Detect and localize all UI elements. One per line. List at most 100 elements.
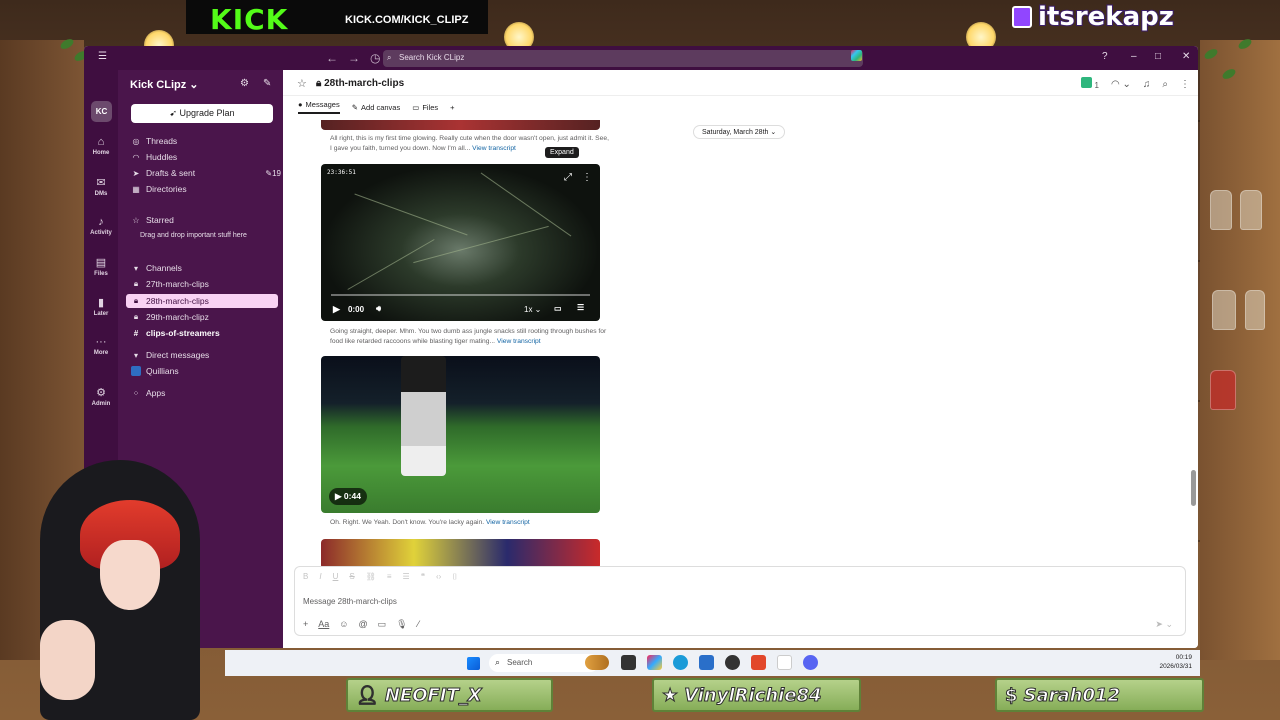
rail-admin[interactable]: ⚙ Admin [84, 386, 118, 407]
kebab-menu-icon[interactable]: ⋮ [1180, 79, 1190, 90]
settings-gear-icon[interactable]: ⚙ [240, 78, 249, 89]
help-icon[interactable]: ? [1102, 51, 1108, 62]
starred-section[interactable]: ☆ Starred [131, 215, 281, 225]
lock-icon: 🔒︎ [316, 78, 322, 89]
slack-app-icon[interactable] [851, 50, 862, 61]
sidebar-item-threads[interactable]: ◎ Threads [131, 136, 281, 146]
bold-icon[interactable]: B [303, 572, 308, 582]
view-transcript-link[interactable]: View transcript [497, 338, 541, 345]
play-icon[interactable]: ▶ [333, 304, 340, 315]
date-divider[interactable]: Saturday, March 28th ⌄ [693, 125, 786, 139]
underline-icon[interactable]: U [333, 572, 339, 582]
notepad-icon[interactable] [777, 655, 792, 670]
scrollbar[interactable] [1191, 470, 1196, 506]
store-icon[interactable] [699, 655, 714, 670]
mention-icon[interactable]: @ [358, 619, 367, 630]
system-clock[interactable]: 00:19 2026/03/31 [1159, 653, 1192, 671]
play-duration-pill[interactable]: ▶ 0:44 [329, 488, 367, 505]
copilot-icon[interactable] [647, 655, 662, 670]
headphones-icon[interactable]: ◠ ⌄ [1111, 79, 1131, 90]
rail-dms[interactable]: ✉ DMs [84, 176, 118, 197]
send-icon[interactable]: ➤ ⌄ [1155, 619, 1173, 630]
discord-icon[interactable] [803, 655, 818, 670]
direct-messages-section[interactable]: ▾ Direct messages [131, 350, 281, 360]
video-player[interactable]: ▶ 0:44 [321, 356, 600, 513]
message-input[interactable]: Message 28th-march-clips [303, 597, 397, 606]
sidebar-item-directories[interactable]: ▦ Directories [131, 184, 281, 194]
back-arrow-icon[interactable]: ← [326, 51, 338, 65]
video-thumbnail[interactable] [321, 120, 600, 130]
expand-icon[interactable]: ⤢ [564, 172, 572, 183]
code-icon[interactable]: ‹› [436, 572, 441, 582]
strikethrough-icon[interactable]: S [349, 572, 354, 582]
search-bar[interactable]: ⌕ Search Kick CLipz [383, 50, 863, 67]
ordered-list-icon[interactable]: ≡ [387, 572, 392, 582]
rail-later[interactable]: ▮ Later [84, 296, 118, 317]
sidebar-item-channel[interactable]: 🔒︎ 27th-march-clips [131, 279, 281, 289]
rail-home[interactable]: ⌂ Home [84, 136, 118, 156]
twitch-handle-overlay: itsrekapz [1012, 1, 1175, 33]
close-icon[interactable]: ✕ [1182, 51, 1190, 62]
code-block-icon[interactable]: ⌷ [452, 572, 457, 582]
tab-messages[interactable]: ● Messages [298, 100, 340, 114]
italic-icon[interactable]: I [319, 572, 321, 582]
sidebar-item-dm[interactable]: Quillians [131, 366, 281, 376]
microphone-icon[interactable]: 🎙︎ [396, 619, 407, 630]
tab-files[interactable]: ▭ Files [412, 100, 438, 114]
sidebar-item-channel-active[interactable]: 🔒︎ 28th-march-clips [126, 294, 278, 308]
sidebar-item-channel[interactable]: 🔒︎ 29th-march-clipz [131, 312, 281, 322]
widget-icon[interactable] [585, 655, 609, 670]
emoji-icon[interactable]: ☺ [339, 619, 348, 630]
minimize-icon[interactable]: – [1131, 51, 1137, 62]
rail-files[interactable]: ▤ Files [84, 256, 118, 277]
seek-bar[interactable] [331, 294, 590, 296]
compose-icon[interactable]: ✎ [263, 78, 271, 89]
search-icon[interactable]: ⌕ [1162, 79, 1168, 90]
captions-icon[interactable]: ▭ [554, 304, 562, 313]
video-thumbnail[interactable] [321, 539, 600, 566]
star-icon[interactable]: ☆ [297, 77, 307, 90]
kebab-menu-icon[interactable]: ⋮ [582, 172, 592, 183]
workspace-name[interactable]: Kick CLipz ⌄ [130, 78, 199, 91]
edge-icon[interactable] [673, 655, 688, 670]
video-player[interactable]: 23:36:51 ⤢ ⋮ ▶ 0:00 🔊︎ 1x ⌄ ▭ ☰ [321, 164, 600, 321]
rail-activity[interactable]: ♪ Activity [84, 216, 118, 236]
channels-section[interactable]: ▾ Channels [131, 263, 281, 273]
tab-add-canvas[interactable]: ✎ Add canvas [352, 100, 401, 114]
taskbar-search[interactable]: ⌕ Search [489, 654, 599, 672]
hamburger-icon[interactable]: ☰ [98, 51, 107, 62]
sidebar-item-drafts[interactable]: ➤ Drafts & sent ✎19 [131, 168, 281, 178]
channel-title[interactable]: 🔒︎ 28th-march-clips [316, 78, 404, 89]
link-icon[interactable]: ⛓ [366, 572, 376, 582]
plus-icon[interactable]: + [303, 619, 308, 630]
view-transcript-link[interactable]: View transcript [472, 145, 516, 152]
files-icon: ▭ [412, 102, 420, 112]
sidebar-item-huddles[interactable]: ◠ Huddles [131, 152, 281, 162]
brave-icon[interactable] [751, 655, 766, 670]
view-transcript-link[interactable]: View transcript [486, 519, 530, 526]
workspace-avatar[interactable]: KC [91, 101, 112, 122]
channel-header: ☆ 🔒︎ 28th-march-clips 1 ◠ ⌄ ♫ ⌕ ⋮ [283, 70, 1198, 96]
forward-arrow-icon[interactable]: → [348, 51, 360, 65]
menu-icon[interactable]: ☰ [577, 303, 584, 312]
quote-icon[interactable]: ❝ [421, 572, 425, 582]
maximize-icon[interactable]: □ [1155, 51, 1161, 62]
bullet-list-icon[interactable]: ☰ [403, 572, 410, 582]
notifications-icon[interactable]: ♫ [1143, 79, 1151, 90]
video-icon[interactable]: ▭ [378, 619, 387, 630]
terminal-icon[interactable] [621, 655, 636, 670]
volume-icon[interactable]: 🔊︎ [376, 304, 381, 314]
sidebar-item-apps[interactable]: ⁘ Apps [131, 388, 281, 398]
windows-start-icon[interactable] [467, 657, 480, 670]
format-text-icon[interactable]: Aa [318, 619, 329, 630]
playback-speed[interactable]: 1x ⌄ [524, 305, 541, 314]
huddle-members[interactable]: 1 [1080, 77, 1099, 91]
obs-icon[interactable] [725, 655, 740, 670]
slash-command-icon[interactable]: ⁄ [418, 619, 420, 630]
play-icon: ▶ [335, 491, 342, 501]
history-icon[interactable]: ◷ [370, 51, 380, 65]
upgrade-plan-button[interactable]: ➹ Upgrade Plan [131, 104, 273, 123]
add-tab-button[interactable]: + [450, 100, 454, 114]
sidebar-item-channel-unread[interactable]: # clips-of-streamers [131, 328, 281, 338]
rail-more[interactable]: ··· More [84, 336, 118, 356]
